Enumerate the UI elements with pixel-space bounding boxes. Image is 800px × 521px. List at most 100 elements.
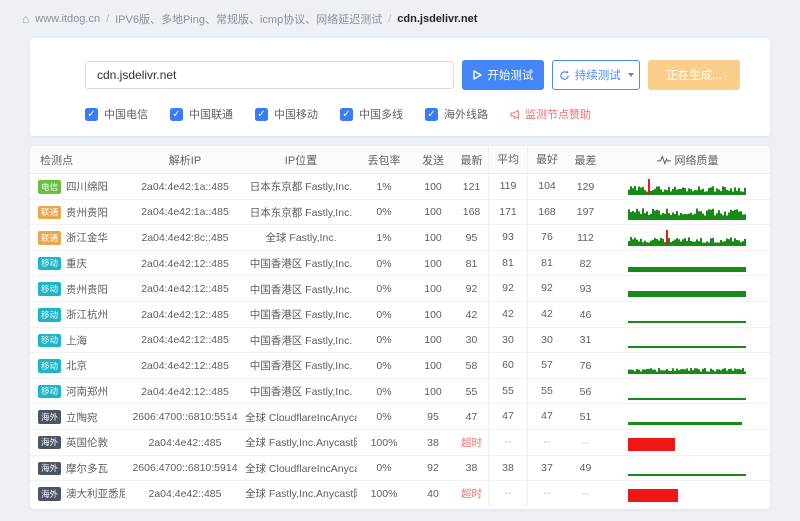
cell-location: 中国香港区 Fastly,Inc. (245, 256, 357, 271)
cell-latest: 38 (455, 462, 488, 474)
filter-label: 中国多线 (359, 106, 403, 122)
cell-worst: 129 (566, 181, 605, 193)
cell-quality (605, 460, 770, 476)
cell-avg: 60 (488, 353, 527, 379)
cell-best: 57 (527, 353, 566, 379)
checkbox-icon: ✓ (85, 108, 98, 121)
cell-location: 中国香港区 Fastly,Inc. (245, 384, 357, 399)
isp-badge: 移动 (38, 359, 61, 373)
node-city: 浙江金华 (66, 230, 108, 245)
column-header-4: 丢包率 (357, 152, 411, 168)
home-icon: ⌂ (22, 12, 29, 26)
cell-worst: 112 (566, 232, 605, 244)
sponsor-label: 监测节点赞助 (525, 106, 591, 122)
cell-best: 168 (527, 200, 566, 226)
node-city: 河南郑州 (66, 384, 108, 399)
cell-node: 移动北京 (30, 358, 125, 373)
cell-loss: 0% (357, 462, 411, 474)
cell-sent: 100 (411, 309, 455, 321)
cell-location: 日本东京都 Fastly,Inc. (245, 179, 357, 194)
filter-checkbox-3[interactable]: ✓中国移动 (255, 106, 318, 122)
cell-location: 全球 Fastly,Inc.Anycast网段 (245, 435, 357, 450)
cell-quality (605, 486, 770, 502)
filter-label: 中国联通 (189, 106, 233, 122)
megaphone-icon (510, 109, 521, 120)
column-header-7: 平均 (488, 146, 527, 174)
continuous-test-label: 持续测试 (575, 67, 621, 83)
column-header-3: IP位置 (245, 152, 357, 168)
timeout-bar (628, 489, 678, 502)
column-header-10: 网络质量 (605, 152, 770, 168)
isp-badge: 海外 (38, 436, 61, 450)
cell-location: 全球 CloudflareIncAnycast网段 (245, 461, 357, 476)
node-city: 上海 (66, 333, 87, 348)
packet-loss-spike (648, 179, 650, 195)
cell-ip: 2606:4700::6810:5914 (125, 462, 245, 474)
breadcrumb: ⌂ www.itdog.cn / IPV6版、多地Ping、常规版、icmp协议… (0, 0, 800, 28)
cell-latest: 92 (455, 283, 488, 295)
cell-latest: 超时 (455, 486, 488, 501)
cell-sent: 95 (411, 411, 455, 423)
node-city: 贵州贵阳 (66, 282, 108, 297)
cell-worst: 56 (566, 386, 605, 398)
breadcrumb-separator: / (106, 13, 109, 25)
cell-ip: 2a04:4e42:8c::485 (125, 232, 245, 244)
filter-checkbox-2[interactable]: ✓中国联通 (170, 106, 233, 122)
cell-sent: 92 (411, 462, 455, 474)
cell-quality (605, 435, 770, 451)
isp-badge: 移动 (38, 385, 61, 399)
filter-checkbox-5[interactable]: ✓海外线路 (425, 106, 488, 122)
cell-sent: 100 (411, 360, 455, 372)
cell-sent: 100 (411, 386, 455, 398)
cell-latest: 55 (455, 386, 488, 398)
cell-quality (605, 358, 770, 374)
quality-chart (628, 435, 746, 451)
quality-chart (628, 281, 746, 297)
isp-badge: 电信 (38, 180, 61, 194)
cell-ip: 2a04:4e42:12::485 (125, 283, 245, 295)
cell-node: 海外立陶宛 (30, 410, 125, 425)
cell-quality (605, 204, 770, 220)
cell-quality (605, 332, 770, 348)
isp-badge: 海外 (38, 462, 61, 476)
start-test-button[interactable]: 开始测试 (462, 60, 544, 90)
node-city: 四川绵阳 (66, 179, 108, 194)
cell-latest: 81 (455, 258, 488, 270)
generating-label: 正在生成... (666, 67, 722, 83)
quality-chart (628, 230, 746, 246)
table-header-row: 检测点解析IPIP位置丢包率发送最新平均最好最差网络质量 (30, 146, 770, 174)
table-row: 联通贵州贵阳2a04:4e42:1a::485日本东京都 Fastly,Inc.… (30, 200, 770, 226)
cell-ip: 2a04:4e42:12::485 (125, 258, 245, 270)
cell-node: 移动贵州贵阳 (30, 282, 125, 297)
table-row: 移动上海2a04:4e42:12::485中国香港区 Fastly,Inc.0%… (30, 328, 770, 354)
table-row: 移动河南郑州 2a04:4e42:12::485中国香港区 Fastly,Inc.… (30, 379, 770, 405)
cell-location: 中国香港区 Fastly,Inc. (245, 333, 357, 348)
cell-ip: 2a04:4e42:12::485 (125, 309, 245, 321)
continuous-test-button[interactable]: 持续测试 (552, 60, 640, 90)
cell-ip: 2a04:4e42:12::485 (125, 360, 245, 372)
breadcrumb-path[interactable]: IPV6版、多地Ping、常规版、icmp协议、网络延迟测试 (115, 11, 382, 27)
cell-sent: 100 (411, 232, 455, 244)
node-city: 英国伦敦 (66, 435, 108, 450)
filter-checkbox-4[interactable]: ✓ 中国多线 (340, 106, 403, 122)
cell-ip: 2a04:4e42:1a::485 (125, 181, 245, 193)
sponsor-link[interactable]: 监测节点赞助 (510, 106, 591, 122)
cell-best: 42 (527, 302, 566, 328)
target-host-input[interactable] (85, 61, 454, 89)
table-row: 移动北京2a04:4e42:12::485中国香港区 Fastly,Inc.0%… (30, 353, 770, 379)
filter-checkbox-1[interactable]: ✓ 中国电信 (85, 106, 148, 122)
filter-label: 中国电信 (104, 106, 148, 122)
generating-button[interactable]: 正在生成... (648, 60, 740, 90)
cell-best: -- (527, 430, 566, 456)
cell-worst: 46 (566, 309, 605, 321)
cell-quality (605, 256, 770, 272)
toolbar-row: 开始测试 持续测试 正在生成... (85, 60, 740, 90)
cell-ip: 2a04:4e42:12::485 (125, 386, 245, 398)
chevron-down-icon (628, 73, 634, 77)
breadcrumb-site[interactable]: www.itdog.cn (35, 13, 100, 25)
quality-chart (628, 358, 746, 374)
quality-chart (628, 332, 746, 348)
checkbox-icon: ✓ (340, 108, 353, 121)
checkbox-icon: ✓ (255, 108, 268, 121)
cell-latest: 95 (455, 232, 488, 244)
